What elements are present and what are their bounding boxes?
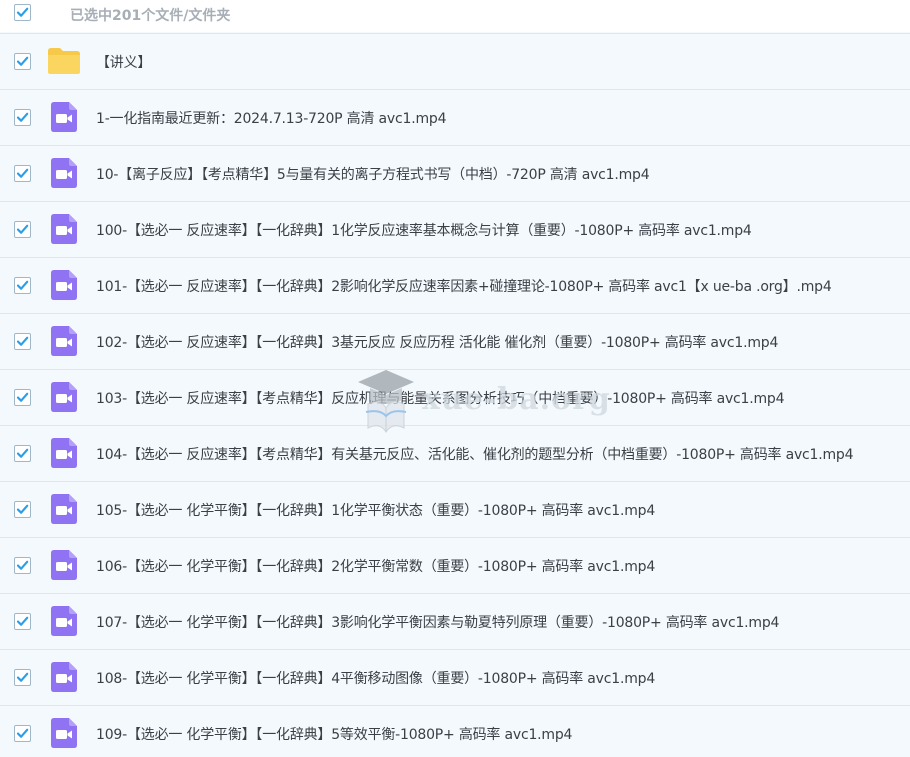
file-name[interactable]: 107-【选必一 化学平衡】【一化辞典】3影响化学平衡因素与勒夏特列原理（重要）… <box>96 612 779 632</box>
checkmark-icon <box>16 112 29 122</box>
video-file-icon <box>51 270 77 300</box>
file-row[interactable]: 108-【选必一 化学平衡】【一化辞典】4平衡移动图像（重要）-1080P+ 高… <box>0 650 910 706</box>
checkbox-box <box>14 557 31 574</box>
video-file-icon <box>51 382 77 412</box>
checkmark-icon <box>16 336 29 346</box>
file-name[interactable]: 102-【选必一 反应速率】【一化辞典】3基元反应 反应历程 活化能 催化剂（重… <box>96 332 778 352</box>
checkmark-icon <box>16 448 29 458</box>
checkmark-icon <box>16 728 29 738</box>
video-file-icon <box>51 326 77 356</box>
video-file-icon <box>51 662 77 692</box>
checkmark-icon <box>16 392 29 402</box>
file-name[interactable]: 105-【选必一 化学平衡】【一化辞典】1化学平衡状态（重要）-1080P+ 高… <box>96 500 655 520</box>
video-file-icon <box>51 494 77 524</box>
checkbox-box <box>14 333 31 350</box>
video-file-icon <box>51 214 77 244</box>
selection-count-text: 已选中201个文件/文件夹 <box>70 8 231 24</box>
checkbox-box <box>14 165 31 182</box>
checkbox-box <box>14 221 31 238</box>
video-file-icon <box>51 606 77 636</box>
file-row[interactable]: 1-一化指南最近更新：2024.7.13-720P 高清 avc1.mp4 <box>0 90 910 146</box>
file-name[interactable]: 109-【选必一 化学平衡】【一化辞典】5等效平衡-1080P+ 高码率 avc… <box>96 724 572 744</box>
file-name[interactable]: 108-【选必一 化学平衡】【一化辞典】4平衡移动图像（重要）-1080P+ 高… <box>96 668 655 688</box>
folder-icon <box>48 48 80 74</box>
checkbox-box <box>14 277 31 294</box>
row-checkbox[interactable] <box>14 165 31 182</box>
file-list: 【讲义】 1-一化指南最近更新：2024.7.13-720P 高清 avc1.mp… <box>0 33 910 757</box>
row-checkbox[interactable] <box>14 389 31 406</box>
checkmark-icon <box>16 224 29 234</box>
checkbox-box <box>14 389 31 406</box>
checkmark-icon <box>16 672 29 682</box>
checkbox-box <box>14 669 31 686</box>
file-row[interactable]: 102-【选必一 反应速率】【一化辞典】3基元反应 反应历程 活化能 催化剂（重… <box>0 314 910 370</box>
row-checkbox[interactable] <box>14 53 31 70</box>
checkbox-box <box>14 4 31 21</box>
file-row[interactable]: 101-【选必一 反应速率】【一化辞典】2影响化学反应速率因素+碰撞理论-108… <box>0 258 910 314</box>
file-row[interactable]: 10-【离子反应】【考点精华】5与量有关的离子方程式书写（中档）-720P 高清… <box>0 146 910 202</box>
checkbox-box <box>14 445 31 462</box>
video-file-icon <box>51 550 77 580</box>
file-row[interactable]: 105-【选必一 化学平衡】【一化辞典】1化学平衡状态（重要）-1080P+ 高… <box>0 482 910 538</box>
checkbox-box <box>14 613 31 630</box>
checkmark-icon <box>16 280 29 290</box>
file-name[interactable]: 104-【选必一 反应速率】【考点精华】有关基元反应、活化能、催化剂的题型分析（… <box>96 444 854 464</box>
file-name[interactable]: 1-一化指南最近更新：2024.7.13-720P 高清 avc1.mp4 <box>96 108 446 128</box>
row-checkbox[interactable] <box>14 221 31 238</box>
folder-name[interactable]: 【讲义】 <box>96 52 151 72</box>
folder-row[interactable]: 【讲义】 <box>0 33 910 90</box>
file-name[interactable]: 10-【离子反应】【考点精华】5与量有关的离子方程式书写（中档）-720P 高清… <box>96 164 650 184</box>
row-checkbox[interactable] <box>14 725 31 742</box>
row-checkbox[interactable] <box>14 109 31 126</box>
checkmark-icon <box>16 616 29 626</box>
file-row[interactable]: 103-【选必一 反应速率】【考点精华】反应机理与能量关系图分析技巧（中档重要）… <box>0 370 910 426</box>
file-name[interactable]: 100-【选必一 反应速率】【一化辞典】1化学反应速率基本概念与计算（重要）-1… <box>96 220 752 240</box>
video-file-icon <box>51 718 77 748</box>
row-checkbox[interactable] <box>14 557 31 574</box>
file-row[interactable]: 104-【选必一 反应速率】【考点精华】有关基元反应、活化能、催化剂的题型分析（… <box>0 426 910 482</box>
file-name[interactable]: 101-【选必一 反应速率】【一化辞典】2影响化学反应速率因素+碰撞理论-108… <box>96 276 832 296</box>
file-row[interactable]: 106-【选必一 化学平衡】【一化辞典】2化学平衡常数（重要）-1080P+ 高… <box>0 538 910 594</box>
selection-header: 已选中201个文件/文件夹 <box>0 0 910 32</box>
row-checkbox[interactable] <box>14 669 31 686</box>
checkbox-box <box>14 109 31 126</box>
row-checkbox[interactable] <box>14 501 31 518</box>
row-checkbox[interactable] <box>14 445 31 462</box>
video-file-icon <box>51 158 77 188</box>
file-row[interactable]: 109-【选必一 化学平衡】【一化辞典】5等效平衡-1080P+ 高码率 avc… <box>0 706 910 757</box>
video-file-icon <box>51 438 77 468</box>
file-name[interactable]: 106-【选必一 化学平衡】【一化辞典】2化学平衡常数（重要）-1080P+ 高… <box>96 556 655 576</box>
checkmark-icon <box>16 560 29 570</box>
file-row[interactable]: 100-【选必一 反应速率】【一化辞典】1化学反应速率基本概念与计算（重要）-1… <box>0 202 910 258</box>
row-checkbox[interactable] <box>14 613 31 630</box>
checkbox-box <box>14 725 31 742</box>
checkmark-icon <box>16 168 29 178</box>
file-browser: 已选中201个文件/文件夹 【讲义】 1-一化指南最近更新：2024.7.13-7… <box>0 0 910 757</box>
video-file-icon <box>51 102 77 132</box>
file-row[interactable]: 107-【选必一 化学平衡】【一化辞典】3影响化学平衡因素与勒夏特列原理（重要）… <box>0 594 910 650</box>
row-checkbox[interactable] <box>14 333 31 350</box>
checkbox-box <box>14 501 31 518</box>
checkmark-icon <box>16 504 29 514</box>
checkmark-icon <box>16 7 29 17</box>
row-checkbox[interactable] <box>14 277 31 294</box>
select-all-checkbox[interactable] <box>14 4 31 21</box>
checkmark-icon <box>16 56 29 66</box>
checkbox-box <box>14 53 31 70</box>
file-name[interactable]: 103-【选必一 反应速率】【考点精华】反应机理与能量关系图分析技巧（中档重要）… <box>96 388 785 408</box>
